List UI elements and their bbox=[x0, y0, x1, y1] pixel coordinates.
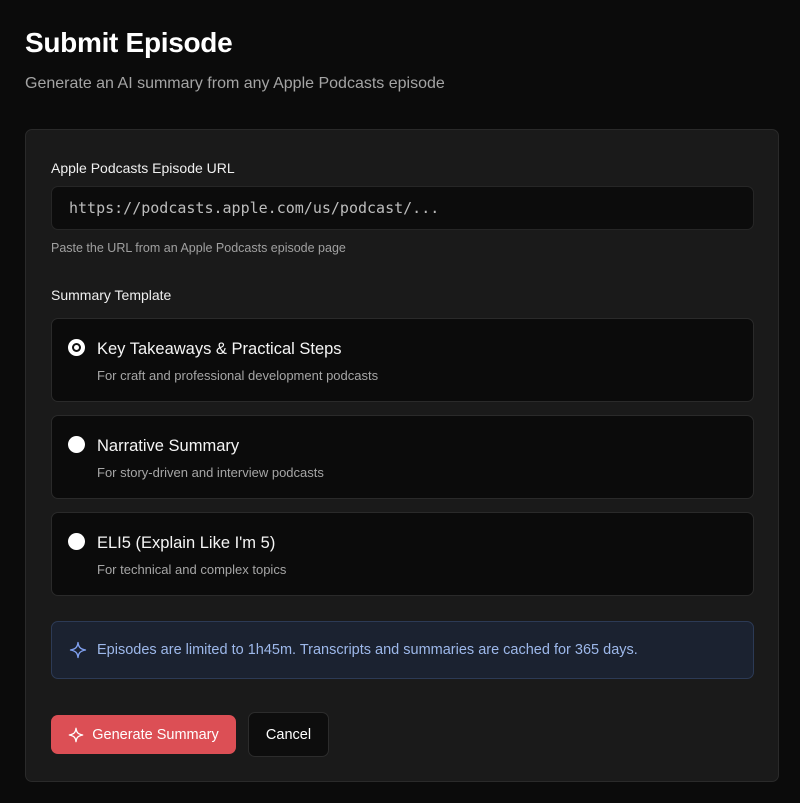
generate-summary-label: Generate Summary bbox=[92, 726, 219, 743]
info-text: Episodes are limited to 1h45m. Transcrip… bbox=[97, 642, 638, 658]
template-option-description: For story-driven and interview podcasts bbox=[97, 465, 324, 480]
page-subtitle: Generate an AI summary from any Apple Po… bbox=[25, 75, 445, 92]
sparkle-icon bbox=[68, 727, 84, 742]
template-option-narrative[interactable]: Narrative Summary For story-driven and i… bbox=[51, 415, 754, 499]
template-option-description: For technical and complex topics bbox=[97, 562, 287, 577]
sparkle-icon bbox=[69, 641, 87, 659]
episode-url-input[interactable] bbox=[51, 186, 754, 230]
template-option-title: Narrative Summary bbox=[97, 437, 240, 455]
url-label: Apple Podcasts Episode URL bbox=[51, 160, 235, 176]
page-title: Submit Episode bbox=[25, 27, 233, 58]
template-option-key-takeaways[interactable]: Key Takeaways & Practical Steps For craf… bbox=[51, 318, 754, 402]
url-hint: Paste the URL from an Apple Podcasts epi… bbox=[51, 241, 346, 255]
info-banner: Episodes are limited to 1h45m. Transcrip… bbox=[51, 621, 754, 679]
template-option-eli5[interactable]: ELI5 (Explain Like I'm 5) For technical … bbox=[51, 512, 754, 596]
template-radio-narrative[interactable] bbox=[68, 436, 85, 453]
cancel-button[interactable]: Cancel bbox=[248, 712, 329, 757]
template-option-title: ELI5 (Explain Like I'm 5) bbox=[97, 534, 276, 552]
submit-episode-page: Submit Episode Generate an AI summary fr… bbox=[0, 0, 800, 803]
template-label: Summary Template bbox=[51, 287, 172, 303]
submit-episode-form: Apple Podcasts Episode URL Paste the URL… bbox=[25, 129, 779, 782]
template-radio-key-takeaways[interactable] bbox=[68, 339, 85, 356]
generate-summary-button[interactable]: Generate Summary bbox=[51, 715, 236, 754]
template-radio-eli5[interactable] bbox=[68, 533, 85, 550]
template-option-title: Key Takeaways & Practical Steps bbox=[97, 340, 342, 358]
template-option-description: For craft and professional development p… bbox=[97, 368, 379, 383]
